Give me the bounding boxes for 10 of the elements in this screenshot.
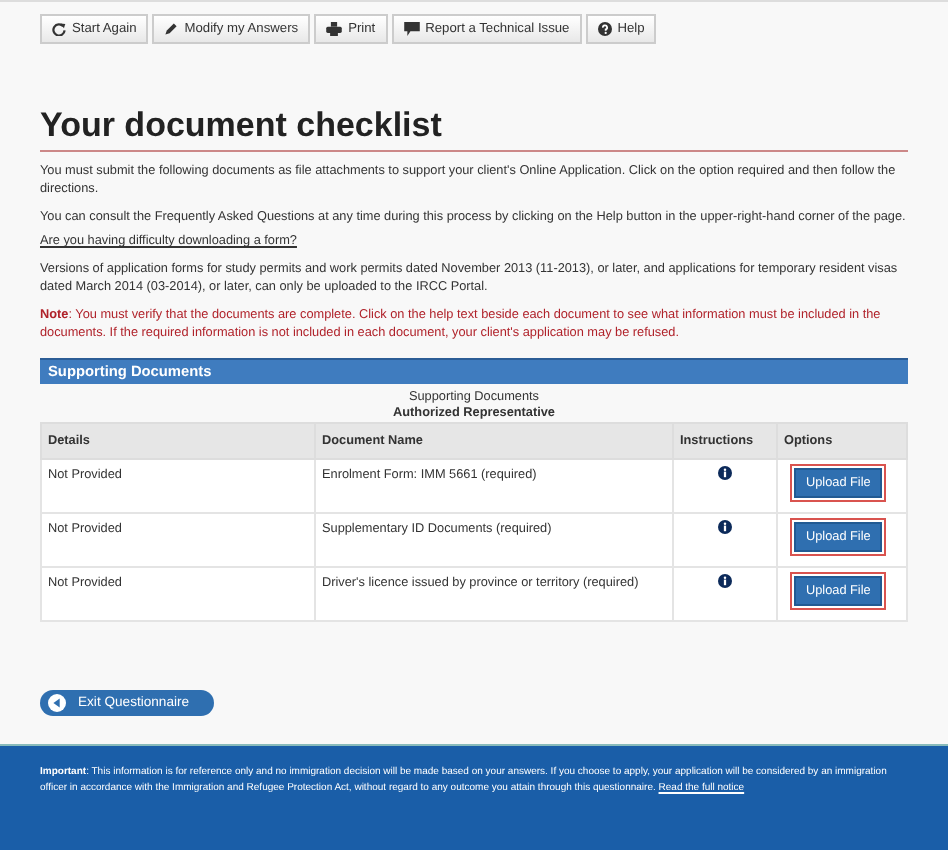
info-icon[interactable] — [718, 466, 732, 480]
back-icon — [48, 694, 66, 712]
info-icon[interactable] — [718, 574, 732, 588]
help-icon — [597, 22, 612, 36]
page-title: Your document checklist — [40, 106, 908, 152]
refresh-icon — [52, 22, 66, 36]
printer-icon — [326, 22, 343, 36]
comment-icon — [403, 22, 420, 36]
pencil-icon — [164, 22, 179, 36]
info-icon[interactable] — [718, 520, 732, 534]
